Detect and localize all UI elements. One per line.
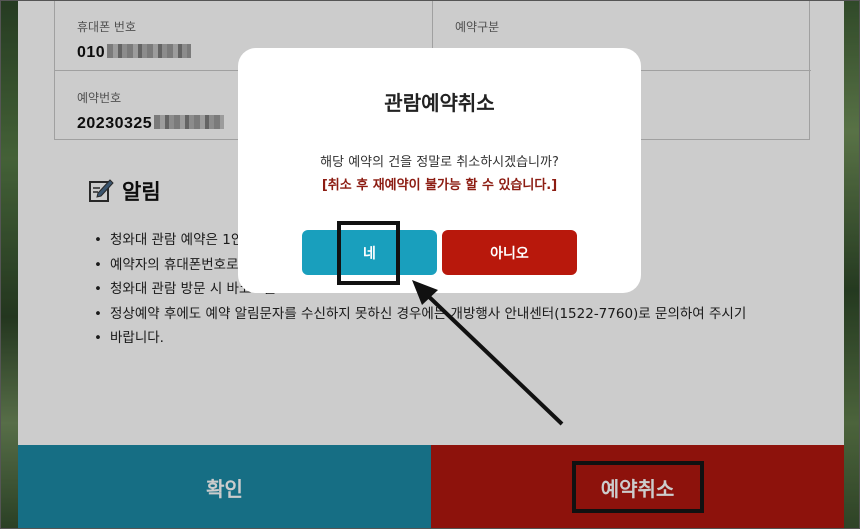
annotation-arrow-icon bbox=[412, 280, 564, 426]
